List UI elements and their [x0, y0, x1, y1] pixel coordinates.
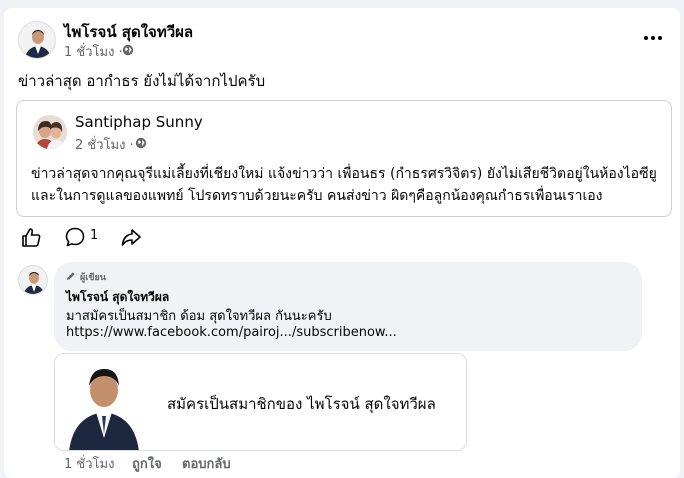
globe-icon: [135, 137, 147, 149]
person-photo: [19, 22, 55, 58]
shared-post[interactable]: Santiphap Sunny 2 ชั่วโมง · ข่าวล่าสุดจา…: [16, 100, 672, 217]
more-dot: [658, 36, 662, 40]
thumbs-up-icon[interactable]: [20, 226, 42, 248]
more-dot: [651, 36, 655, 40]
post-time-text: 1 ชั่วโมง ·: [64, 45, 123, 60]
more-options-button[interactable]: [638, 28, 668, 48]
preview-person-photo: [55, 354, 153, 450]
comment-time[interactable]: 1 ชั่วโมง: [64, 453, 114, 474]
commenter-avatar[interactable]: [18, 265, 48, 295]
link-preview-image: [55, 354, 153, 450]
shared-text-line: และในการดูแลของแพทย์ โปรดทราบด้วยนะครับ …: [31, 188, 603, 204]
comment-text: มาสมัครเป็นสมาชิก ด้อม สุดใจทวีผล กันนะค…: [66, 309, 332, 324]
post-card: ไพโรจน์ สุดใจทวีผล 1 ชั่วโมง · ข่าวล่าสุ…: [4, 8, 680, 478]
post-text: ข่าวล่าสุด อากำธร ยังไม่ได้จากไปครับ: [18, 72, 266, 90]
more-options-icon: [644, 36, 648, 40]
shared-text-line: ข่าวล่าสุดจากคุณจุรีแม่เลี้ยงที่เชียงใหม…: [31, 166, 657, 182]
shared-timestamp[interactable]: 2 ชั่วโมง ·: [75, 134, 134, 155]
globe-icon: [122, 44, 134, 56]
shared-author-avatar[interactable]: [33, 115, 67, 149]
pencil-icon: [67, 272, 75, 280]
share-arrow-icon[interactable]: [120, 226, 142, 248]
comment-link[interactable]: https://www.facebook.com/pairoj.../subsc…: [66, 325, 397, 340]
post-timestamp[interactable]: 1 ชั่วโมง ·: [64, 41, 123, 62]
link-preview-title: สมัครเป็นสมาชิกของ ไพโรจน์ สุดใจทวีผล: [167, 395, 436, 413]
link-preview-card[interactable]: สมัครเป็นสมาชิกของ ไพโรจน์ สุดใจทวีผล: [54, 353, 467, 451]
comment-like-button[interactable]: ถูกใจ: [132, 453, 162, 474]
author-badge: ผู้เขียน: [80, 273, 106, 283]
post-author-avatar[interactable]: [18, 21, 56, 59]
commenter-photo: [19, 266, 47, 294]
comment-reply-button[interactable]: ตอบกลับ: [182, 453, 231, 474]
shared-author-name[interactable]: Santiphap Sunny: [75, 113, 203, 131]
comment-bubble-icon[interactable]: [64, 226, 86, 248]
shared-avatar-photo: [33, 115, 67, 149]
comment-count[interactable]: 1: [90, 228, 98, 243]
shared-post-text: ข่าวล่าสุดจากคุณจุรีแม่เลี้ยงที่เชียงใหม…: [31, 163, 661, 207]
